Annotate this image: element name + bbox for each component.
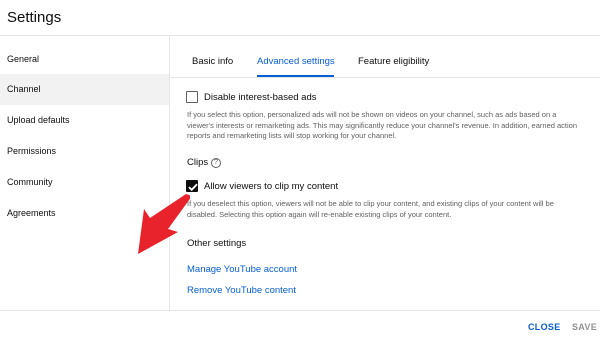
sidebar-item-upload-defaults[interactable]: Upload defaults (0, 105, 169, 136)
other-settings-heading: Other settings (187, 238, 247, 249)
allow-clips-label[interactable]: Allow viewers to clip my content (204, 181, 338, 192)
tab-basic-info[interactable]: Basic info (192, 36, 233, 76)
disable-interest-ads-checkbox[interactable] (186, 91, 198, 103)
clips-heading: Clips (187, 157, 209, 168)
dialog-title: Settings (7, 9, 62, 26)
disable-interest-ads-label[interactable]: Disable interest-based ads (204, 92, 316, 103)
ads-help-text: If you select this option, personalized … (187, 110, 578, 140)
sidebar-item-general[interactable]: General (0, 44, 169, 75)
settings-sidebar: General Channel Upload defaults Permissi… (0, 36, 170, 310)
sidebar-item-channel[interactable]: Channel (0, 74, 169, 105)
sidebar-item-permissions[interactable]: Permissions (0, 136, 169, 167)
help-icon[interactable]: ? (211, 158, 221, 168)
remove-youtube-content-link[interactable]: Remove YouTube content (187, 285, 296, 296)
close-button[interactable]: CLOSE (528, 322, 561, 332)
tabs-divider (171, 77, 600, 78)
clips-help-text: If you deselect this option, viewers wil… (187, 199, 554, 219)
tab-feature-eligibility[interactable]: Feature eligibility (358, 36, 429, 76)
tab-advanced-settings[interactable]: Advanced settings (257, 36, 335, 76)
save-button[interactable]: SAVE (572, 322, 597, 332)
annotation-arrow-icon (138, 194, 190, 254)
footer-divider (0, 310, 600, 311)
manage-youtube-account-link[interactable]: Manage YouTube account (187, 264, 297, 275)
